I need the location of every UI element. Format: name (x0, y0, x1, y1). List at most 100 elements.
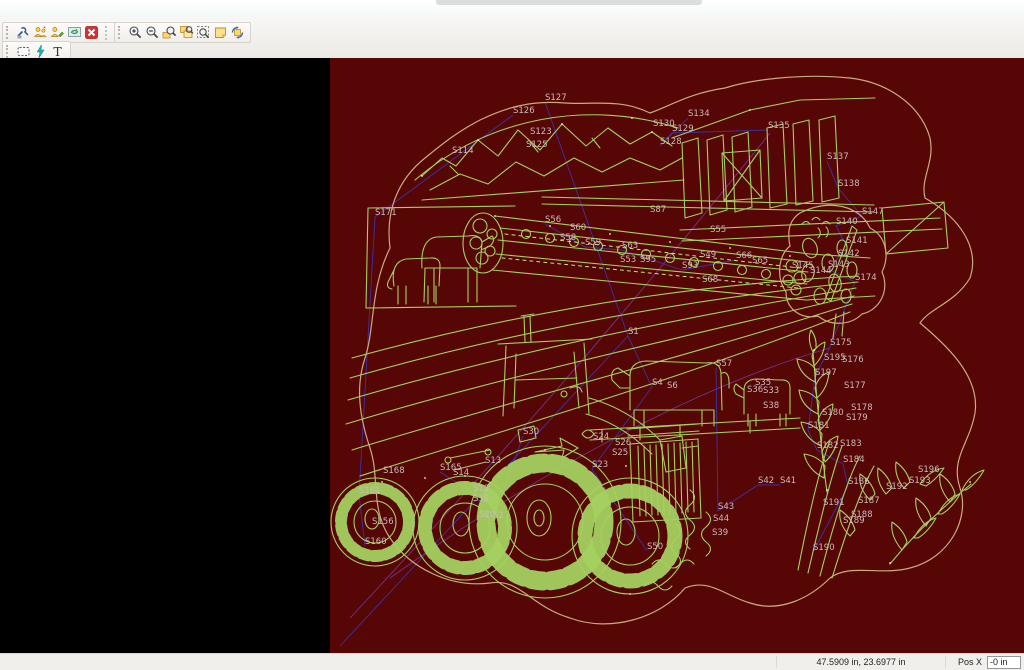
svg-text:S49: S49 (700, 250, 716, 260)
svg-text:S178: S178 (851, 403, 873, 413)
svg-text:S18: S18 (473, 484, 489, 494)
svg-text:S19: S19 (473, 494, 489, 504)
top-strip (0, 0, 1024, 18)
svg-text:S186: S186 (848, 477, 870, 487)
svg-text:S38: S38 (763, 401, 779, 411)
svg-text:S53: S53 (620, 255, 636, 265)
svg-text:S175: S175 (830, 338, 852, 348)
combine-header-reel (463, 197, 875, 300)
toolbar-gripper[interactable] (118, 26, 123, 39)
svg-text:S145: S145 (792, 261, 814, 271)
svg-text:S160: S160 (365, 537, 387, 547)
svg-text:S93: S93 (682, 261, 698, 271)
svg-text:S59: S59 (585, 238, 601, 248)
pan-view-icon (230, 25, 245, 40)
svg-text:S123: S123 (530, 127, 552, 137)
svg-text:S141: S141 (846, 236, 868, 246)
marquee-select-icon (16, 44, 31, 59)
zoom-extents-icon (196, 25, 211, 40)
svg-text:S176: S176 (842, 355, 864, 365)
zoom-window-button[interactable] (161, 24, 178, 41)
svg-text:S147: S147 (862, 207, 884, 217)
svg-text:S134: S134 (688, 109, 710, 119)
zoom-in-button[interactable] (127, 24, 144, 41)
svg-text:S87: S87 (650, 205, 666, 215)
cow-pen (366, 206, 516, 308)
svg-text:S179: S179 (846, 413, 868, 423)
svg-text:S26: S26 (615, 438, 631, 448)
zoom-all-icon (179, 25, 194, 40)
text-tool-icon: T (50, 44, 65, 59)
workspace[interactable]: S127S126S114S123S125S130S129S128S134S135… (0, 58, 1024, 654)
svg-text:S193: S193 (909, 476, 931, 486)
svg-text:S14: S14 (453, 468, 469, 478)
svg-text:S126: S126 (513, 106, 535, 116)
svg-text:S24: S24 (593, 432, 609, 442)
pos-x-group: Pos X -0 in (945, 656, 1024, 668)
svg-text:S187: S187 (858, 496, 880, 506)
svg-text:S65: S65 (752, 256, 768, 266)
zoom-extents-button[interactable] (195, 24, 212, 41)
view-sheet-icon (213, 25, 228, 40)
drawing-canvas[interactable]: S127S126S114S123S125S130S129S128S134S135… (330, 58, 1024, 654)
svg-text:S127: S127 (545, 93, 567, 103)
svg-text:S95: S95 (640, 255, 656, 265)
toolbar-separator (105, 26, 112, 40)
svg-text:S33: S33 (763, 386, 779, 396)
svg-text:S191: S191 (823, 498, 845, 508)
view-sheet-button[interactable] (212, 24, 229, 41)
svg-text:S125: S125 (526, 140, 548, 150)
svg-text:S182: S182 (817, 441, 839, 451)
svg-text:S196: S196 (918, 465, 940, 475)
zoom-out-icon (145, 25, 160, 40)
svg-text:S183: S183 (840, 439, 862, 449)
svg-text:S41: S41 (780, 476, 796, 486)
svg-text:S174: S174 (855, 273, 877, 283)
zoom-out-button[interactable] (144, 24, 161, 41)
svg-text:S180: S180 (822, 408, 844, 418)
svg-text:S55: S55 (710, 225, 726, 235)
svg-text:S184: S184 (843, 455, 865, 465)
svg-text:S43: S43 (718, 502, 734, 512)
svg-text:S192: S192 (886, 482, 908, 492)
sheet[interactable]: S127S126S114S123S125S130S129S128S134S135… (330, 58, 1024, 654)
svg-text:S137: S137 (827, 152, 849, 162)
zoom-all-button[interactable] (178, 24, 195, 41)
pan-view-button[interactable] (229, 24, 246, 41)
svg-text:S44: S44 (713, 514, 729, 524)
lightning-icon (33, 44, 48, 59)
field-swaths (346, 276, 858, 476)
delete-part-icon (84, 25, 99, 40)
svg-text:S128: S128 (660, 137, 682, 147)
add-part-button[interactable] (32, 24, 49, 41)
part-labels: S127S126S114S123S125S130S129S128S134S135… (359, 93, 940, 553)
svg-text:S58: S58 (560, 233, 576, 243)
edit-part-icon (50, 25, 65, 40)
svg-text:S168: S168 (383, 466, 405, 476)
svg-text:S68: S68 (702, 275, 718, 285)
svg-text:S25: S25 (612, 448, 628, 458)
svg-text:S30: S30 (523, 427, 539, 437)
svg-text:S177: S177 (844, 381, 866, 391)
cursor-position-readout: 47.5909 in, 23.6977 in (776, 656, 945, 668)
svg-text:S2: S2 (493, 511, 504, 521)
svg-text:S57: S57 (716, 359, 732, 369)
svg-text:S129: S129 (672, 124, 694, 134)
svg-text:S138: S138 (838, 179, 860, 189)
zoom-window-icon (162, 25, 177, 40)
svg-text:S23: S23 (592, 460, 608, 470)
svg-text:S36: S36 (747, 385, 763, 395)
svg-text:S140: S140 (836, 217, 858, 227)
svg-text:S142: S142 (838, 249, 860, 259)
refresh-part-button[interactable] (66, 24, 83, 41)
svg-text:S66: S66 (736, 251, 752, 261)
pos-x-field[interactable]: -0 in (987, 656, 1021, 669)
svg-text:S135: S135 (768, 121, 790, 131)
toolbar-gripper[interactable] (6, 26, 11, 39)
delete-part-button[interactable] (83, 24, 100, 41)
import-part-button[interactable] (15, 24, 32, 41)
svg-text:S63: S63 (622, 241, 638, 251)
toolbar-gripper[interactable] (6, 45, 11, 58)
edit-part-button[interactable] (49, 24, 66, 41)
svg-text:S1: S1 (628, 327, 639, 337)
